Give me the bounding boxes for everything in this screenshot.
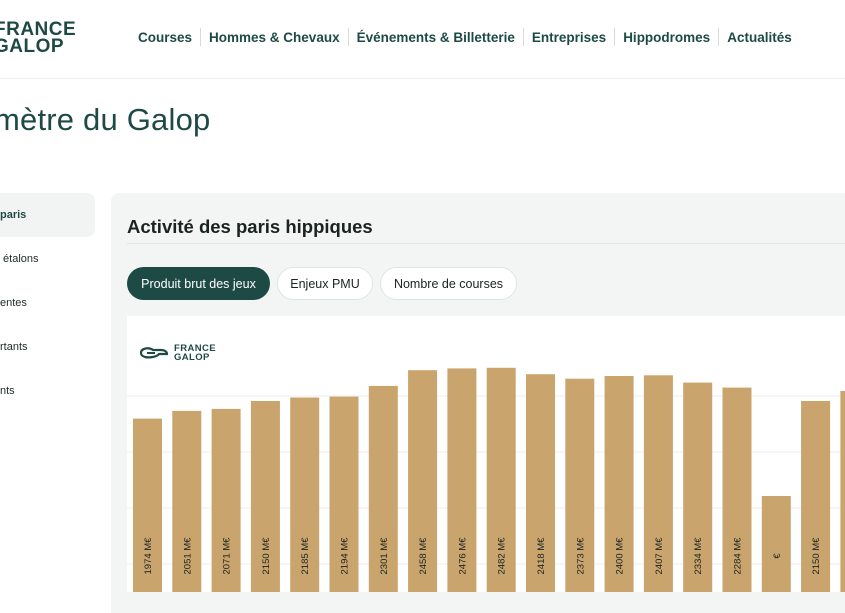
chart-data-label-6: 2194 M€ [340, 537, 351, 575]
nav-link-6[interactable]: Actualités [719, 30, 800, 45]
nav-link-1[interactable]: Courses [130, 30, 200, 45]
sidebar-item-label: rtants [0, 341, 28, 353]
page-title: mètre du Galop [0, 102, 211, 137]
chart-data-label-8: 2458 M€ [418, 537, 429, 575]
sidebar-item-label: entes [0, 297, 27, 309]
chart-data-label-13: 2400 M€ [615, 537, 626, 575]
tab-3[interactable]: Nombre de courses [380, 267, 517, 300]
panel-title: Activité des paris hippiques [127, 216, 373, 237]
nav-link-5[interactable]: Hippodromes [615, 30, 718, 45]
tab-2[interactable]: Enjeux PMU [277, 267, 373, 300]
chart-data-label-1: 1974 M€ [143, 537, 154, 575]
chart-data-label-10: 2482 M€ [497, 537, 508, 575]
bar-chart: 1974 M€ 2051 M€ 2071 M€ 2150 M€ 2185 M€ 2194 … [127, 367, 845, 592]
tab-1[interactable]: Produit brut des jeux [127, 267, 270, 300]
sidebar-item-label: paris [0, 209, 27, 221]
chart-data-label-18: 2150 M€ [811, 537, 822, 575]
chart-data-label-7: 2301 M€ [379, 537, 390, 575]
nav-link-3[interactable]: Événements & Billetterie [349, 30, 523, 45]
chart-data-label-5: 2185 M€ [300, 537, 311, 575]
horse-logo-icon [139, 347, 169, 359]
chart-bar-19[interactable] [840, 391, 845, 592]
chart-data-label-12: 2373 M€ [575, 537, 586, 575]
chart-bar-17[interactable] [761, 496, 791, 592]
panel-divider [127, 243, 845, 244]
chart-data-label-9: 2476 M€ [457, 537, 468, 575]
sidebar-item-label: nts [0, 385, 15, 397]
main-nav: Courses Hommes & Chevaux Événements & Bill… [130, 28, 800, 46]
chart-data-label-17: € [772, 553, 783, 559]
nav-link-4[interactable]: Entreprises [524, 30, 614, 45]
chart-data-label-2: 2051 M€ [182, 537, 193, 575]
chart-data-label-4: 2150 M€ [261, 537, 272, 575]
sidebar-item-1[interactable]: paris [0, 193, 95, 237]
chart-data-label-16: 2284 M€ [733, 537, 744, 575]
chart-logo-line-2: GALOP [174, 352, 210, 363]
sidebar-item-label: étalons [0, 253, 39, 265]
chart-data-label-14: 2407 M€ [654, 537, 665, 575]
sidebar-item-3[interactable]: entes [0, 281, 95, 325]
chart-data-label-11: 2418 M€ [536, 537, 547, 575]
sidebar-item-4[interactable]: rtants [0, 325, 95, 369]
sidebar-item-5[interactable]: nts [0, 369, 95, 413]
chart-data-label-15: 2334 M€ [693, 537, 704, 575]
site-header: FRANCE GALOP Courses Hommes & Chevaux Évén… [0, 0, 845, 79]
chart-data-label-3: 2071 M€ [222, 537, 233, 575]
chart-logo: FRANCE GALOP [139, 344, 216, 362]
nav-link-2[interactable]: Hommes & Chevaux [201, 30, 348, 45]
sidebar-item-2[interactable]: étalons [0, 237, 95, 281]
france-galop-logo[interactable]: FRANCE GALOP [0, 20, 76, 57]
chart-card: 1974 M€ 2051 M€ 2071 M€ 2150 M€ 2185 M€ 2194 … [127, 316, 845, 592]
logo-line-2: GALOP [0, 36, 65, 57]
